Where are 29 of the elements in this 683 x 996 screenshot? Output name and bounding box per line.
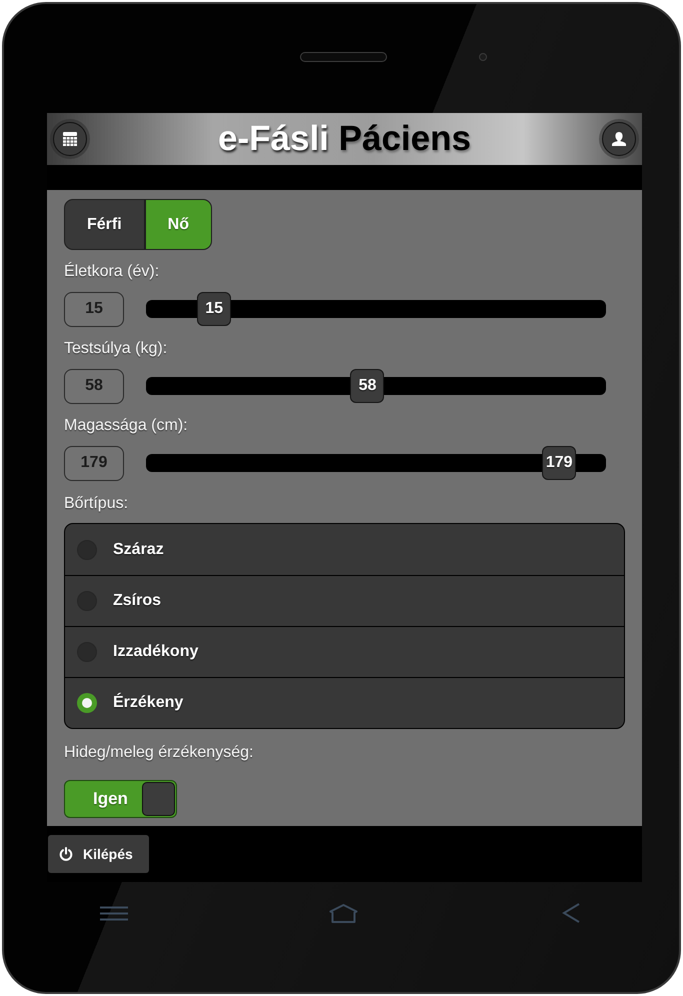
speaker-grille-icon bbox=[300, 52, 387, 62]
logout-button[interactable]: Kilépés bbox=[48, 835, 149, 873]
calendar-button[interactable] bbox=[53, 122, 87, 156]
menu-icon[interactable] bbox=[100, 906, 128, 920]
user-button[interactable] bbox=[602, 122, 636, 156]
toggle-knob[interactable] bbox=[142, 782, 175, 816]
slider-handle[interactable]: 179 bbox=[542, 446, 576, 480]
gender-option[interactable]: Férfi bbox=[64, 199, 145, 250]
number-field[interactable]: 58 bbox=[64, 368, 124, 404]
radio-option[interactable]: Zsíros bbox=[65, 575, 624, 626]
number-field[interactable]: 15 bbox=[64, 292, 124, 326]
power-icon bbox=[59, 847, 73, 861]
field-label: Hideg/meleg érzékenység: bbox=[64, 743, 254, 763]
radio-option[interactable]: Száraz bbox=[65, 524, 624, 575]
field-label: Testsúlya (kg): bbox=[64, 339, 168, 359]
number-field[interactable]: 179 bbox=[64, 446, 124, 480]
home-icon[interactable] bbox=[329, 904, 358, 922]
app-title: e-Fásli Páciens bbox=[218, 119, 471, 159]
user-icon bbox=[611, 131, 627, 147]
back-icon[interactable] bbox=[562, 903, 580, 923]
calendar-icon bbox=[62, 131, 78, 147]
camera-icon bbox=[479, 53, 487, 61]
field-label: Bőrtípus: bbox=[64, 494, 128, 514]
field-label: Magassága (cm): bbox=[64, 416, 188, 436]
radio-option[interactable]: Érzékeny bbox=[65, 677, 624, 728]
slider-handle[interactable]: 58 bbox=[350, 369, 384, 403]
slider-handle[interactable]: 15 bbox=[197, 292, 232, 326]
field-label: Életkora (év): bbox=[64, 261, 160, 282]
radio-option[interactable]: Izzadékony bbox=[65, 626, 624, 677]
